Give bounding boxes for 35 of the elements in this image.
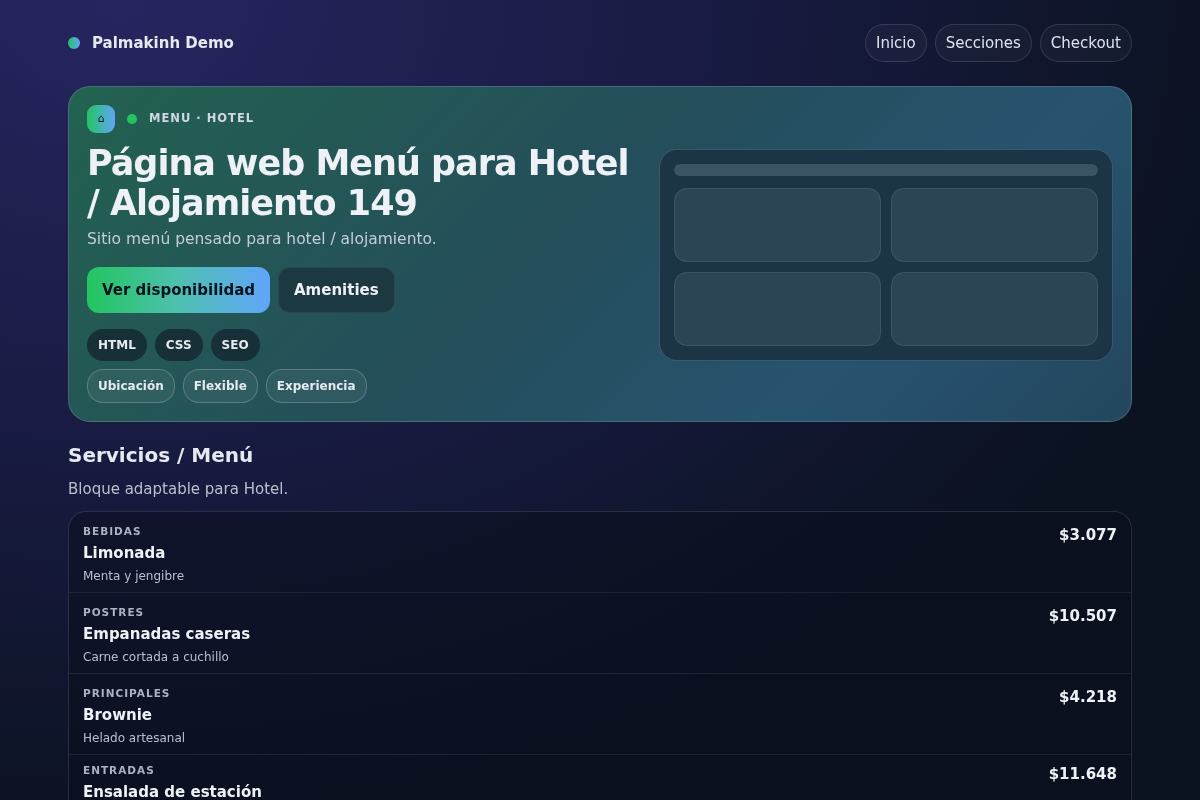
amenities-button[interactable]: Amenities [278,266,395,314]
nav-link[interactable]: Inicio [864,23,927,63]
menu-item-name: Empanadas caseras [83,623,251,645]
tech-tag: HTML [87,329,147,362]
menu-item-description: Menta y jengibre [83,568,185,585]
eyebrow-label: MENU · HOTEL [149,110,255,128]
feature-tag: Experiencia [265,369,367,404]
menu-item-description: Carne cortada a cuchillo [83,649,230,666]
menu-item-name: Ensalada de estación [83,781,262,800]
menu-item-price: $11.648 [1048,763,1117,785]
menu-item-price: $3.077 [1059,524,1117,546]
menu-category: POSTRES [83,604,146,620]
availability-button[interactable]: Ver disponibilidad [87,266,270,314]
menu-category: PRINCIPALES [83,685,172,701]
section-title: Servicios / Menú [68,442,255,470]
tech-tag: CSS [154,329,203,362]
section-subtitle: Bloque adaptable para Hotel. [68,479,290,501]
nav-link[interactable]: Checkout [1039,23,1132,63]
menu-item-name: Brownie [83,704,153,726]
hero-subtitle: Sitio menú pensado para hotel / alojamiento. [87,228,438,250]
menu-category: ENTRADAS [83,762,156,778]
status-dot [127,114,137,124]
menu-item-price: $4.218 [1059,686,1117,708]
menu-item-name: Limonada [83,542,167,564]
hero-title: Página web Menú para Hotel / Alojamiento 149 [87,143,630,224]
feature-tag: Ubicación [87,369,175,404]
house-icon: ⌂ [87,105,115,133]
brand-dot [68,37,80,49]
nav-link[interactable]: Secciones [934,23,1032,63]
feature-tag: Flexible [182,369,258,404]
brand-name[interactable]: Palmakinh Demo [92,31,234,55]
menu-item-description: Helado artesanal [83,730,186,747]
tech-tag: SEO [210,329,260,362]
menu-category: BEBIDAS [83,523,143,539]
menu-item-price: $10.507 [1048,605,1117,627]
